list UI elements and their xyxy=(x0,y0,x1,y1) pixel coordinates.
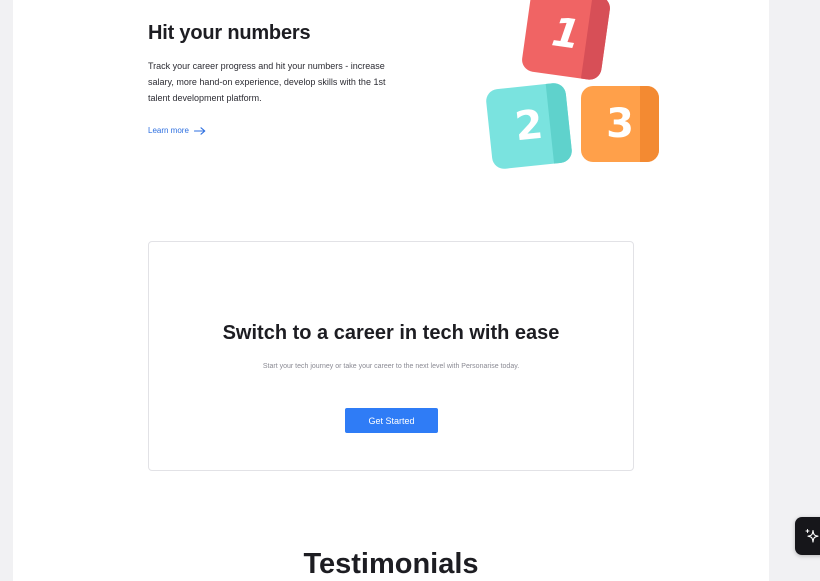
get-started-button[interactable]: Get Started xyxy=(345,408,438,433)
hero-description: Track your career progress and hit your … xyxy=(148,61,386,103)
learn-more-label: Learn more xyxy=(148,126,189,135)
cta-card: Switch to a career in tech with ease Sta… xyxy=(148,241,634,471)
assistant-button[interactable] xyxy=(795,517,820,555)
page: Hit your numbers Track your career progr… xyxy=(13,0,769,581)
number-tile-2: 2 xyxy=(485,82,573,170)
learn-more-link[interactable]: Learn more xyxy=(148,126,206,135)
tile-number: 1 xyxy=(549,9,583,59)
number-tile-1: 1 xyxy=(520,0,612,82)
testimonials-heading: Testimonials xyxy=(303,548,479,580)
tile-number: 3 xyxy=(606,101,634,147)
hero-title: Hit your numbers xyxy=(148,22,311,44)
arrow-right-icon xyxy=(193,126,206,135)
cta-subtitle: Start your tech journey or take your car… xyxy=(262,363,520,370)
cta-title: Switch to a career in tech with ease xyxy=(222,322,560,344)
tile-number: 2 xyxy=(512,101,546,151)
number-tile-3: 3 xyxy=(581,86,659,162)
sparkle-icon xyxy=(805,529,819,543)
